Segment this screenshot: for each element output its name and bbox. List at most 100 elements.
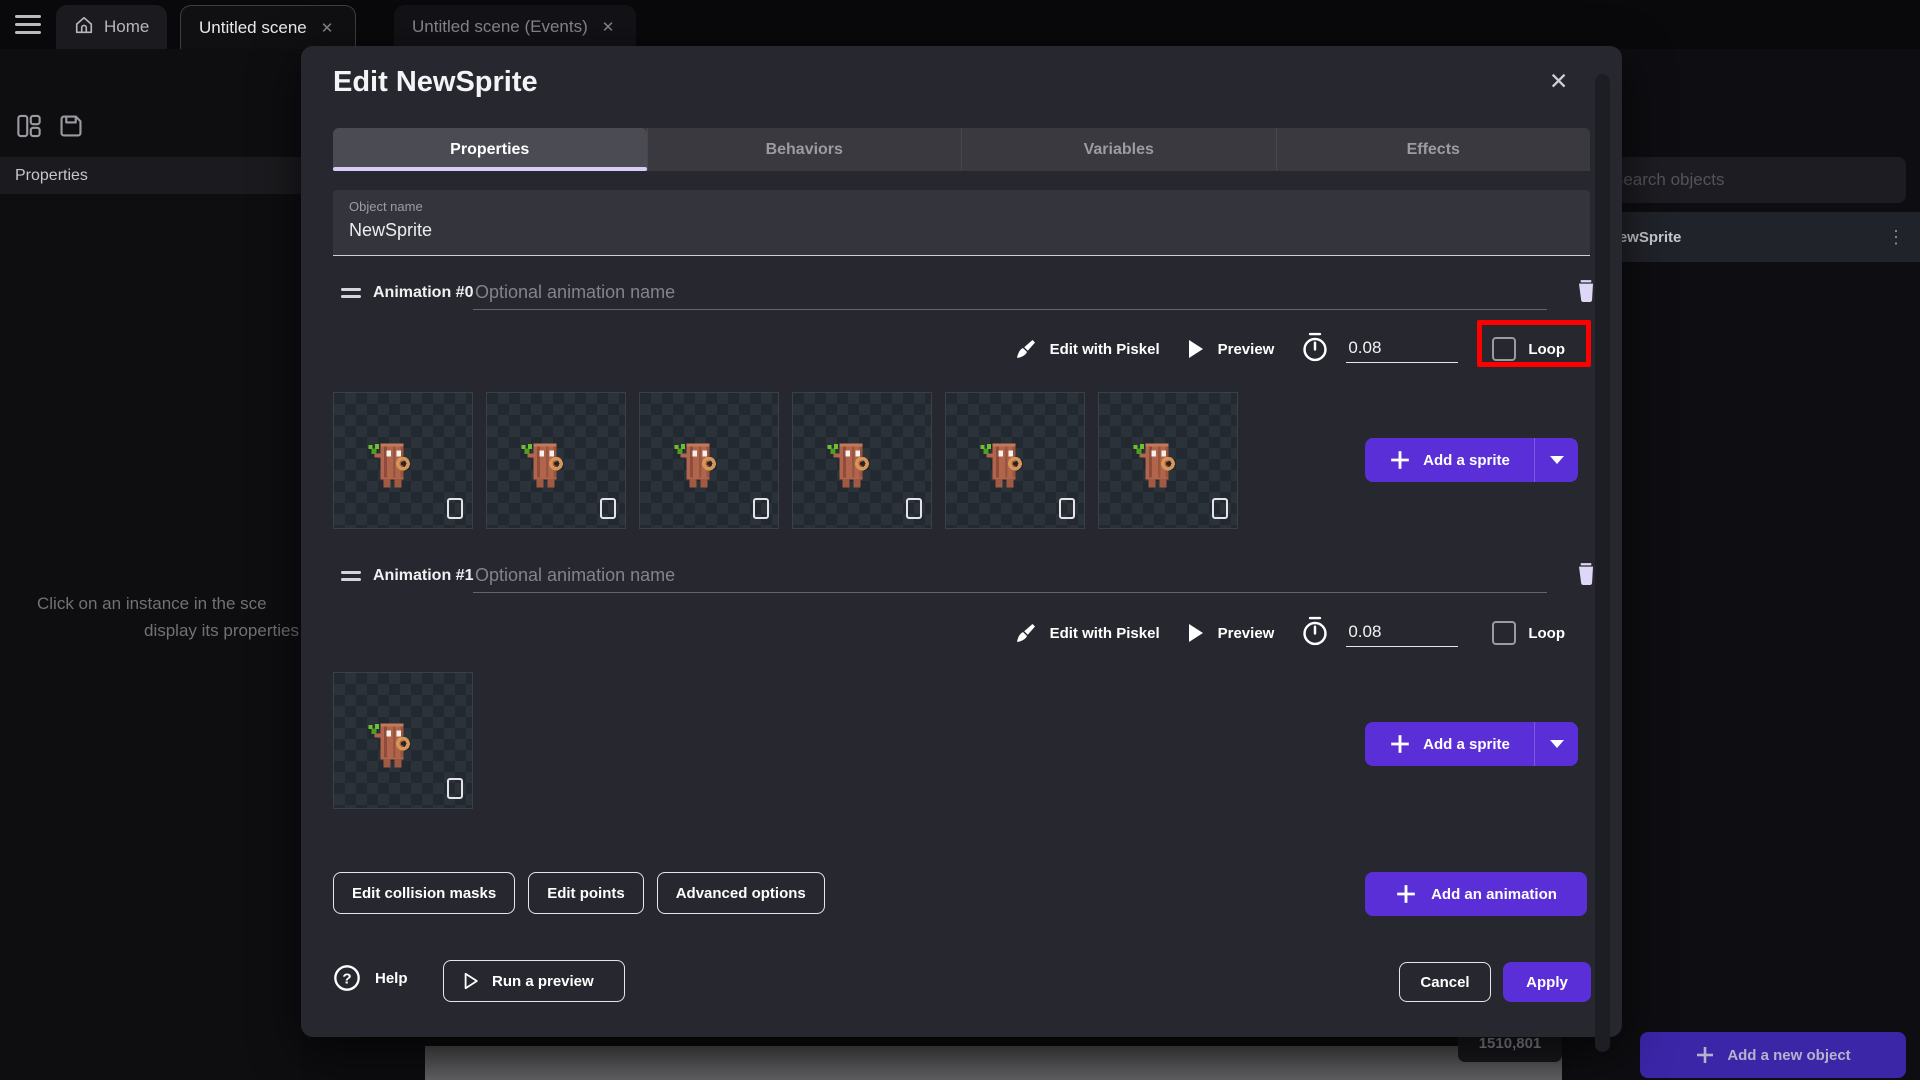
edit-collision-masks-button[interactable]: Edit collision masks — [333, 872, 516, 914]
frame-select-checkbox[interactable] — [1059, 498, 1075, 519]
frame-select-checkbox[interactable] — [753, 498, 769, 519]
loop-label: Loop — [1528, 624, 1565, 642]
plus-icon — [1391, 451, 1409, 469]
loop-checkbox[interactable] — [1492, 337, 1517, 361]
svg-text:?: ? — [342, 970, 351, 987]
properties-panel: Properties Click on an instance in the s… — [0, 49, 301, 1080]
animation1-controls: Edit with Piskel Preview Loop — [333, 610, 1565, 656]
add-new-object-button[interactable]: Add a new object — [1640, 1032, 1906, 1078]
pixel-creature-sprite — [521, 443, 563, 488]
object-name-input[interactable] — [349, 220, 1549, 241]
pixel-creature-sprite — [827, 443, 869, 488]
add-new-object-label: Add a new object — [1727, 1046, 1851, 1064]
apply-button[interactable]: Apply — [1503, 962, 1591, 1002]
pixel-creature-sprite — [674, 443, 716, 488]
dialog-tab-strip: Properties Behaviors Variables Effects — [333, 128, 1590, 171]
animation0-name-input[interactable] — [473, 276, 1547, 310]
loop-option-highlighted: Loop — [1477, 320, 1592, 367]
plus-icon — [1397, 885, 1415, 903]
properties-hint-line1: Click on an instance in the sce — [37, 594, 267, 613]
animation1-name-input[interactable] — [473, 559, 1547, 593]
play-icon — [1188, 624, 1203, 642]
animation0-controls: Edit with Piskel Preview Loop — [333, 320, 1592, 372]
delete-animation-icon[interactable] — [1573, 559, 1601, 589]
tab-events-label: Untitled scene (Events) — [412, 17, 588, 36]
kebab-menu-icon[interactable]: ⋮ — [1887, 227, 1906, 248]
object-name-field-label: Object name — [349, 199, 423, 214]
tab-behaviors[interactable]: Behaviors — [646, 128, 962, 171]
scene-canvas[interactable] — [425, 1046, 1562, 1080]
hamburger-menu-icon[interactable] — [15, 15, 41, 35]
chevron-down-icon — [1549, 740, 1564, 748]
animation1-header: Animation #1 — [333, 557, 1593, 601]
brush-icon — [1016, 340, 1035, 358]
sprite-frame[interactable] — [945, 392, 1085, 529]
loop-checkbox[interactable] — [1492, 621, 1517, 645]
drag-handle-icon[interactable] — [341, 571, 361, 585]
frame-select-checkbox[interactable] — [447, 498, 463, 519]
properties-panel-title: Properties — [0, 157, 301, 194]
sprite-frame[interactable] — [486, 392, 626, 529]
run-a-preview-button[interactable]: Run a preview — [443, 960, 625, 1002]
close-tab-icon[interactable]: ✕ — [317, 17, 338, 39]
advanced-options-button[interactable]: Advanced options — [656, 872, 825, 914]
tab-untitled-scene[interactable]: Untitled scene ✕ — [180, 5, 357, 49]
frame-select-checkbox[interactable] — [600, 498, 616, 519]
edit-with-piskel-button[interactable]: Edit with Piskel — [1014, 621, 1160, 645]
animation1-label: Animation #1 — [373, 567, 474, 584]
loop-label: Loop — [1528, 340, 1565, 358]
tab-untitled-scene-events[interactable]: Untitled scene (Events) ✕ — [394, 5, 637, 49]
drag-handle-icon[interactable] — [341, 288, 361, 302]
sprite-frame[interactable] — [639, 392, 779, 529]
sprite-frame[interactable] — [792, 392, 932, 529]
play-outline-icon — [464, 972, 478, 990]
help-icon: ? — [334, 965, 360, 991]
window-tab-bar: Home Untitled scene ✕ Untitled scene (Ev… — [0, 0, 1920, 49]
pixel-creature-sprite — [980, 443, 1022, 488]
chevron-down-icon — [1549, 456, 1564, 464]
save-icon[interactable] — [58, 113, 88, 143]
object-name-field[interactable]: Object name — [333, 190, 1590, 256]
close-tab-icon[interactable]: ✕ — [598, 16, 619, 38]
pixel-creature-sprite — [368, 723, 410, 768]
add-sprite-button[interactable]: Add a sprite — [1365, 722, 1578, 766]
objects-panel — [1570, 49, 1920, 1080]
add-an-animation-button[interactable]: Add an animation — [1365, 872, 1587, 916]
panel-layout-icon[interactable] — [16, 113, 46, 143]
delete-animation-icon[interactable] — [1573, 276, 1601, 306]
pixel-creature-sprite — [1133, 443, 1175, 488]
brush-icon — [1016, 624, 1035, 642]
time-between-frames-input[interactable] — [1346, 335, 1459, 363]
edit-points-button[interactable]: Edit points — [528, 872, 644, 914]
tab-effects[interactable]: Effects — [1275, 128, 1591, 171]
tab-home-label: Home — [104, 17, 150, 36]
loop-option: Loop — [1492, 621, 1565, 645]
sprite-frame[interactable] — [333, 672, 473, 809]
frame-select-checkbox[interactable] — [1212, 498, 1228, 519]
tab-properties[interactable]: Properties — [333, 128, 647, 171]
timer-icon — [1300, 331, 1330, 368]
animation1-frames — [333, 672, 473, 809]
preview-button[interactable]: Preview — [1186, 622, 1274, 644]
add-sprite-dropdown[interactable] — [1535, 740, 1578, 748]
add-sprite-button[interactable]: Add a sprite — [1365, 438, 1578, 482]
time-between-frames-input[interactable] — [1346, 619, 1459, 647]
add-sprite-dropdown[interactable] — [1535, 456, 1578, 464]
plus-icon — [1697, 1047, 1714, 1063]
edit-with-piskel-button[interactable]: Edit with Piskel — [1014, 337, 1160, 361]
frame-select-checkbox[interactable] — [906, 498, 922, 519]
sprite-frame[interactable] — [1098, 392, 1238, 529]
cancel-button[interactable]: Cancel — [1399, 962, 1491, 1002]
edit-sprite-dialog: Edit NewSprite ✕ Properties Behaviors Va… — [301, 46, 1622, 1052]
help-button[interactable]: ? Help — [333, 964, 408, 992]
animation0-frames — [333, 392, 1238, 529]
tab-home[interactable]: Home — [56, 5, 168, 49]
dialog-close-icon[interactable]: ✕ — [1549, 68, 1568, 95]
sprite-frame[interactable] — [333, 392, 473, 529]
dialog-secondary-actions: Edit collision masks Edit points Advance… — [333, 872, 825, 914]
frame-select-checkbox[interactable] — [447, 778, 463, 799]
preview-button[interactable]: Preview — [1186, 338, 1274, 360]
home-icon — [74, 15, 94, 40]
play-icon — [1188, 340, 1203, 358]
tab-variables[interactable]: Variables — [961, 128, 1276, 171]
